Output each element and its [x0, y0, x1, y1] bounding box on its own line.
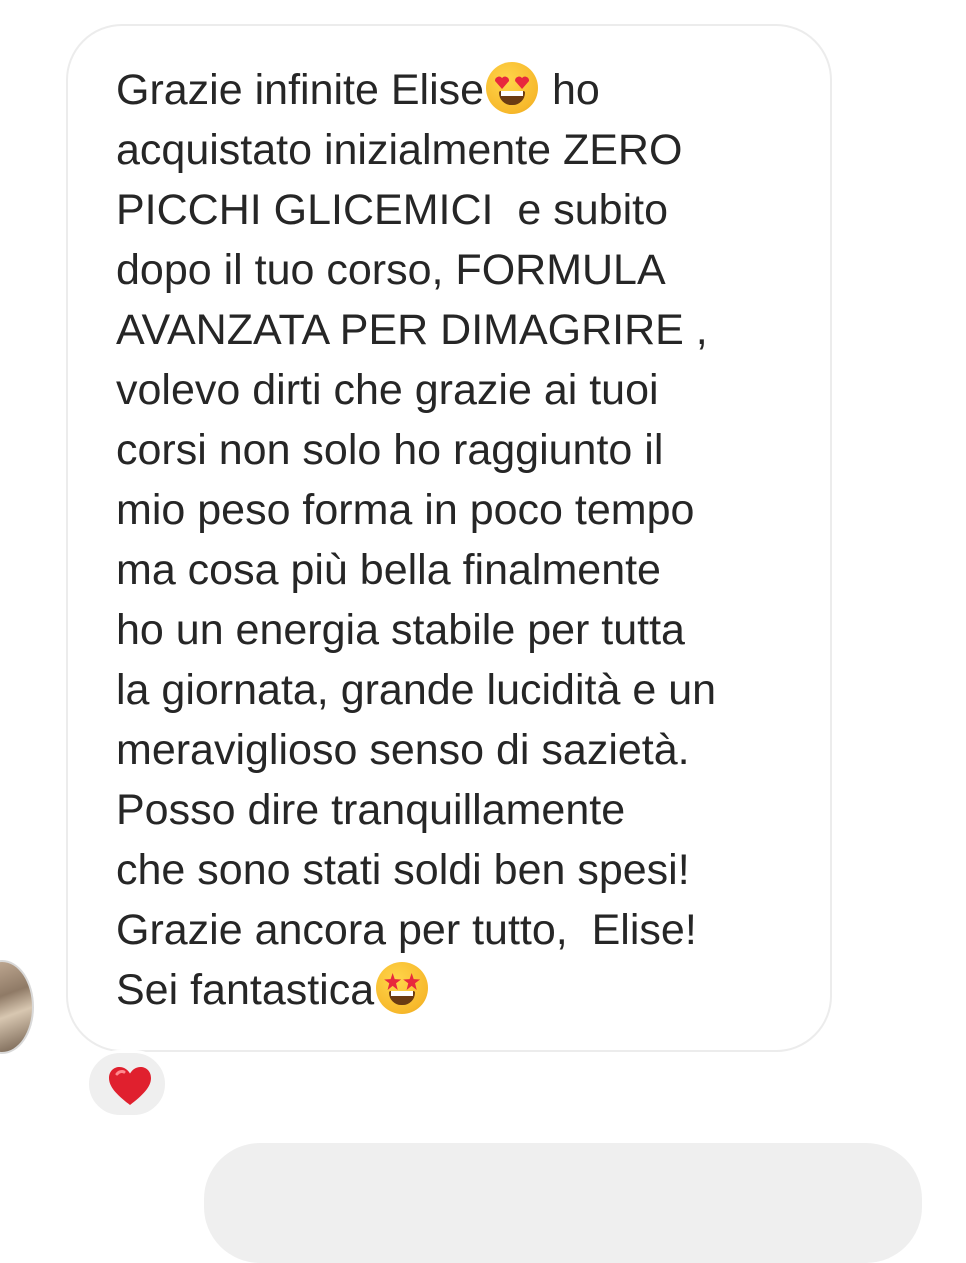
heart-eyes-emoji-icon	[486, 62, 539, 114]
message-line-text: Posso dire tranquillamente	[116, 786, 626, 834]
message-line: mio peso forma in poco tempo	[116, 480, 716, 540]
message-line-text: che sono stati soldi ben spesi!	[116, 846, 690, 894]
message-line-text: volevo dirti che grazie ai tuoi	[116, 366, 659, 414]
message-line-text: Sei fantastica	[116, 966, 375, 1014]
message-line-text: mio peso forma in poco tempo	[116, 486, 695, 534]
message-line-text: ma cosa più bella finalmente	[116, 546, 661, 594]
sender-avatar[interactable]	[0, 960, 34, 1054]
message-line: acquistato inizialmente ZERO	[116, 120, 716, 180]
message-line-text: corsi non solo ho raggiunto il	[116, 426, 664, 474]
message-line-text: ho un energia stabile per tutta	[116, 606, 685, 654]
red-heart-icon	[109, 1067, 151, 1105]
message-line-text: dopo il tuo corso, FORMULA	[116, 246, 666, 294]
message-line: ho un energia stabile per tutta	[116, 600, 716, 660]
message-line-text: Grazie infinite Elise	[116, 66, 485, 114]
message-line: meraviglioso senso di sazietà.	[116, 720, 716, 780]
message-line-text: acquistato inizialmente ZERO	[116, 126, 683, 174]
message-line-text: AVANZATA PER DIMAGRIRE ,	[116, 306, 708, 354]
message-line-text: PICCHI GLICEMICI e subito	[116, 186, 668, 234]
message-line: Sei fantastica	[116, 960, 716, 1020]
message-line: corsi non solo ho raggiunto il	[116, 420, 716, 480]
message-line-text: Grazie ancora per tutto, Elise!	[116, 906, 697, 954]
message-line: Grazie infinite Elise ho	[116, 60, 716, 120]
message-reaction[interactable]	[86, 1050, 168, 1118]
message-line: AVANZATA PER DIMAGRIRE ,	[116, 300, 716, 360]
message-line: ma cosa più bella finalmente	[116, 540, 716, 600]
message-text: Grazie infinite Elise ho acquistato inizi…	[116, 60, 716, 1020]
star-struck-emoji-icon	[376, 962, 429, 1014]
message-line: Posso dire tranquillamente	[116, 780, 716, 840]
message-line: volevo dirti che grazie ai tuoi	[116, 360, 716, 420]
message-line: Grazie ancora per tutto, Elise!	[116, 900, 716, 960]
message-line: dopo il tuo corso, FORMULA	[116, 240, 716, 300]
message-line-text: meraviglioso senso di sazietà.	[116, 726, 690, 774]
sent-message-bubble[interactable]	[204, 1143, 922, 1263]
message-line: che sono stati soldi ben spesi!	[116, 840, 716, 900]
message-line-text: ho	[540, 66, 600, 114]
message-line: PICCHI GLICEMICI e subito	[116, 180, 716, 240]
message-line-text: la giornata, grande lucidità e un	[116, 666, 717, 714]
message-line: la giornata, grande lucidità e un	[116, 660, 716, 720]
